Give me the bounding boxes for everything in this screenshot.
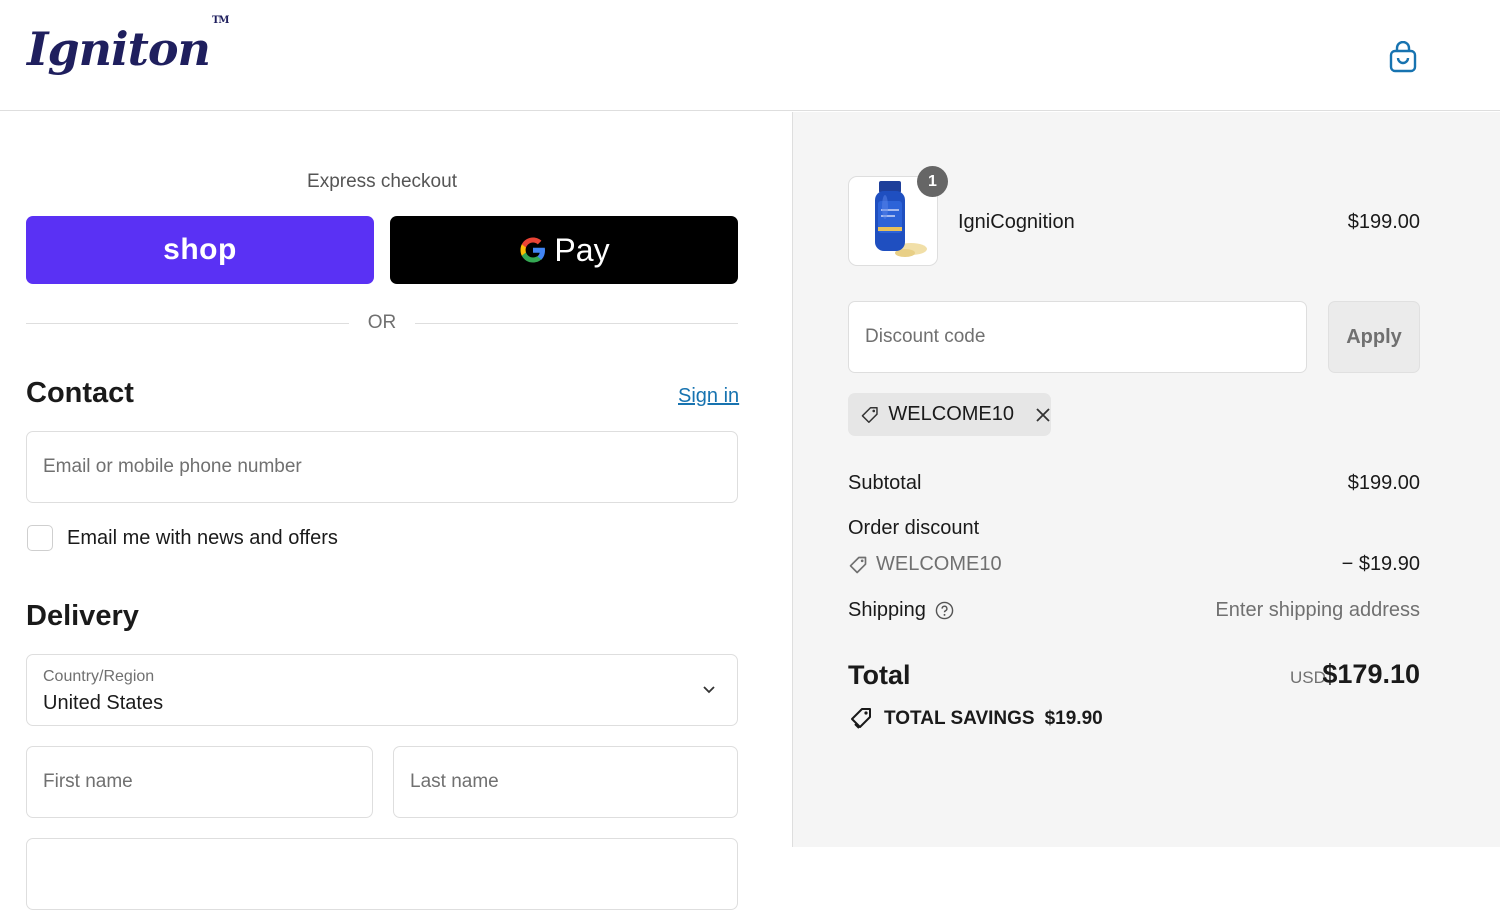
total-label: Total <box>848 660 911 690</box>
divider-right <box>415 323 738 324</box>
question-circle-icon <box>935 601 954 620</box>
total-savings-value: $19.90 <box>1044 708 1103 729</box>
divider-left <box>26 323 349 324</box>
help-button[interactable] <box>935 601 954 620</box>
total-savings-label: TOTAL SAVINGS <box>884 708 1035 729</box>
country-select-value: United States <box>43 692 164 714</box>
delivery-heading: Delivery <box>26 600 139 632</box>
total-currency: USD <box>1290 668 1326 687</box>
checkout-form: Express checkout shop Pay OR Contact Sig… <box>0 112 793 910</box>
or-divider-text: OR <box>367 312 397 333</box>
header: IgnitonTM <box>0 0 1500 111</box>
tag-icon <box>861 406 878 423</box>
shipping-label: Shipping <box>848 599 926 621</box>
brand-logo-text: Igniton <box>27 22 211 76</box>
apply-discount-button[interactable]: Apply <box>1328 301 1420 373</box>
subtotal-label: Subtotal <box>848 472 922 494</box>
total-value: $179.10 <box>1322 659 1420 689</box>
order-summary: 1 IgniCognition $199.00 Apply WELCOME10 … <box>793 112 1500 847</box>
discount-code-input[interactable] <box>849 302 1306 372</box>
country-select[interactable]: Country/Region United States <box>26 654 738 726</box>
applied-discount-chip: WELCOME10 <box>848 393 1051 436</box>
email-input[interactable] <box>27 432 737 502</box>
newsletter-checkbox[interactable] <box>27 525 53 551</box>
applied-discount-code: WELCOME10 <box>888 403 1014 425</box>
shipping-row: Shipping <box>848 599 954 622</box>
chevron-down-icon <box>703 686 715 694</box>
subtotal-value: $199.00 <box>1347 472 1420 494</box>
email-field[interactable] <box>26 431 738 503</box>
sign-in-link[interactable]: Sign in <box>678 385 739 408</box>
cart-button[interactable] <box>1384 38 1422 76</box>
product-price: $199.00 <box>1347 211 1420 233</box>
order-discount-value: − $19.90 <box>1341 553 1420 575</box>
newsletter-label: Email me with news and offers <box>67 527 338 549</box>
shop-pay-label: shop <box>163 233 237 266</box>
discount-code-field[interactable] <box>848 301 1307 373</box>
google-pay-button[interactable]: Pay <box>390 216 738 284</box>
contact-heading: Contact <box>26 377 134 409</box>
product-name: IgniCognition <box>958 211 1075 233</box>
quantity-badge: 1 <box>917 166 948 197</box>
last-name-field[interactable] <box>393 746 738 818</box>
first-name-field[interactable] <box>26 746 373 818</box>
last-name-input[interactable] <box>394 747 737 817</box>
remove-discount-button[interactable] <box>1035 407 1051 423</box>
brand-logo[interactable]: IgnitonTM <box>27 15 229 76</box>
order-discount-label: Order discount <box>848 517 980 539</box>
google-g-icon <box>520 237 546 263</box>
total-savings-row: TOTAL SAVINGS $19.90 <box>848 706 1103 732</box>
express-checkout-label: Express checkout <box>307 171 457 192</box>
first-name-input[interactable] <box>27 747 372 817</box>
next-field-partial[interactable] <box>26 838 738 910</box>
google-pay-label: Pay <box>554 231 610 268</box>
order-discount-code: WELCOME10 <box>876 553 1002 575</box>
savings-tag-icon <box>851 708 871 729</box>
tag-icon <box>849 556 867 573</box>
shipping-value: Enter shipping address <box>1215 599 1420 621</box>
country-select-label: Country/Region <box>43 668 155 685</box>
close-icon <box>1036 407 1050 422</box>
shop-pay-button[interactable]: shop <box>26 216 374 284</box>
shopping-bag-icon <box>1389 41 1417 73</box>
trademark-mark: TM <box>211 14 229 26</box>
order-discount-code-row: WELCOME10 <box>848 553 1002 576</box>
